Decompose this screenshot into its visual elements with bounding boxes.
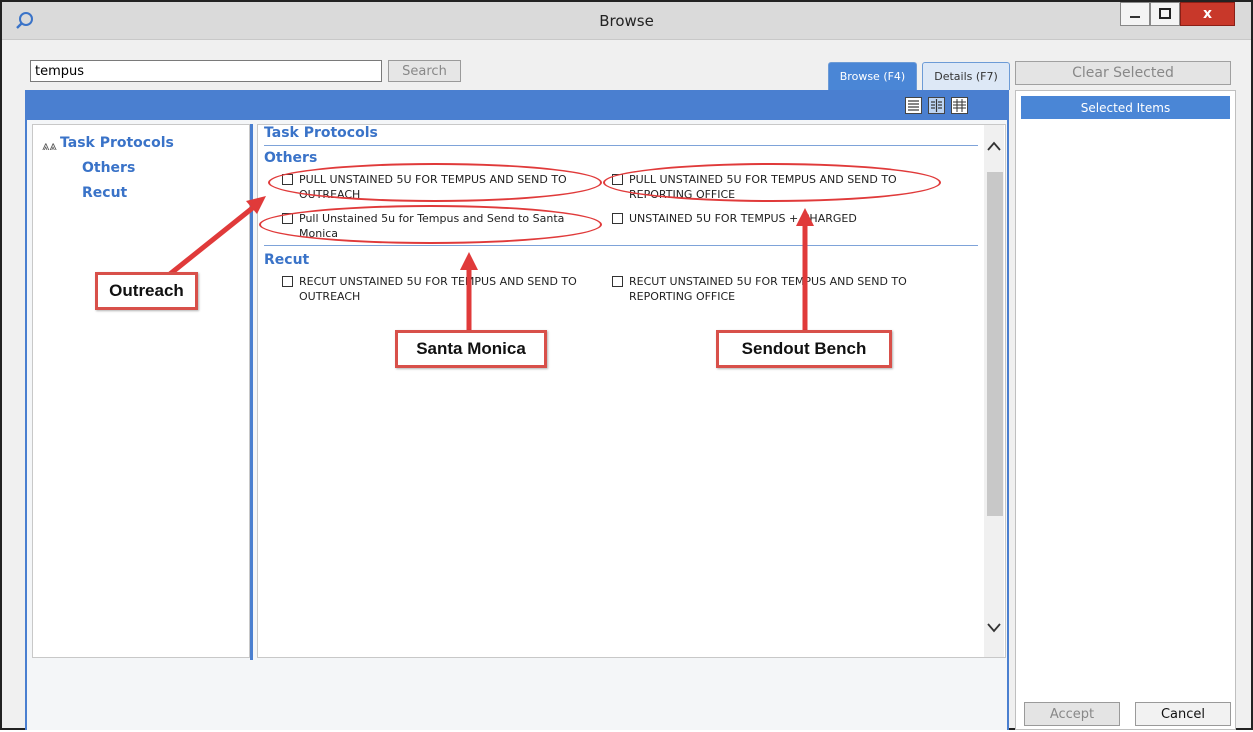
tree-panel bbox=[32, 124, 250, 658]
section-heading-recut: Recut bbox=[264, 252, 310, 268]
maximize-icon bbox=[1159, 8, 1171, 19]
selected-items-panel bbox=[1015, 90, 1236, 730]
divider bbox=[264, 245, 978, 246]
maximize-button[interactable] bbox=[1150, 2, 1180, 26]
list-item[interactable]: RECUT UNSTAINED 5U FOR TEMPUS AND SEND T… bbox=[612, 274, 952, 304]
search-input[interactable] bbox=[30, 60, 382, 82]
list-item[interactable]: UNSTAINED 5U FOR TEMPUS + CHARGED bbox=[612, 211, 942, 226]
callout-sendout-bench: Sendout Bench bbox=[716, 330, 892, 368]
item-text: UNSTAINED 5U FOR TEMPUS + CHARGED bbox=[629, 212, 857, 225]
scroll-up-icon[interactable] bbox=[985, 140, 1003, 156]
highlight-ring-outreach bbox=[268, 163, 602, 202]
two-column-view-icon[interactable] bbox=[928, 97, 945, 114]
browse-window: Browse x Search Browse (F4) Details (F7)… bbox=[0, 0, 1253, 730]
toolbar-band bbox=[25, 90, 1009, 120]
scrollbar-thumb[interactable] bbox=[987, 172, 1003, 516]
clear-selected-button[interactable]: Clear Selected bbox=[1015, 61, 1231, 85]
search-button[interactable]: Search bbox=[388, 60, 461, 82]
collapse-icon[interactable]: ⩓⩓ bbox=[42, 139, 57, 154]
highlight-ring-santa-monica bbox=[259, 205, 602, 244]
item-text: RECUT UNSTAINED 5U FOR TEMPUS AND SEND T… bbox=[629, 275, 907, 288]
selected-items-header: Selected Items bbox=[1021, 96, 1230, 119]
checkbox[interactable] bbox=[612, 276, 623, 287]
tree-item-task-protocols[interactable]: Task Protocols bbox=[60, 135, 174, 151]
minimize-icon bbox=[1130, 16, 1140, 18]
window-title: Browse bbox=[599, 12, 654, 30]
checkbox[interactable] bbox=[612, 213, 623, 224]
results-title: Task Protocols bbox=[264, 125, 378, 141]
accept-button[interactable]: Accept bbox=[1024, 702, 1120, 726]
tab-browse[interactable]: Browse (F4) bbox=[828, 62, 917, 90]
minimize-button[interactable] bbox=[1120, 2, 1150, 26]
scroll-down-icon[interactable] bbox=[985, 622, 1003, 638]
highlight-ring-reporting-office bbox=[603, 163, 941, 202]
section-heading-others: Others bbox=[264, 150, 318, 166]
checkbox[interactable] bbox=[282, 276, 293, 287]
list-view-icon[interactable] bbox=[905, 97, 922, 114]
tab-details[interactable]: Details (F7) bbox=[922, 62, 1010, 90]
divider bbox=[264, 145, 978, 146]
callout-santa-monica: Santa Monica bbox=[395, 330, 547, 368]
item-text: OUTREACH bbox=[299, 290, 361, 303]
list-item[interactable]: RECUT UNSTAINED 5U FOR TEMPUS AND SEND T… bbox=[282, 274, 612, 304]
item-text: REPORTING OFFICE bbox=[629, 290, 736, 303]
grid-view-icon[interactable] bbox=[951, 97, 968, 114]
title-bar: Browse x bbox=[2, 2, 1251, 40]
tree-item-others[interactable]: Others bbox=[82, 160, 135, 176]
results-panel bbox=[257, 124, 1006, 658]
tree-item-recut[interactable]: Recut bbox=[82, 185, 127, 201]
callout-outreach: Outreach bbox=[95, 272, 198, 310]
panel-splitter[interactable] bbox=[250, 124, 253, 660]
close-button[interactable]: x bbox=[1180, 2, 1235, 26]
item-text: RECUT UNSTAINED 5U FOR TEMPUS AND SEND T… bbox=[299, 275, 577, 288]
cancel-button[interactable]: Cancel bbox=[1135, 702, 1231, 726]
close-icon: x bbox=[1202, 6, 1213, 22]
